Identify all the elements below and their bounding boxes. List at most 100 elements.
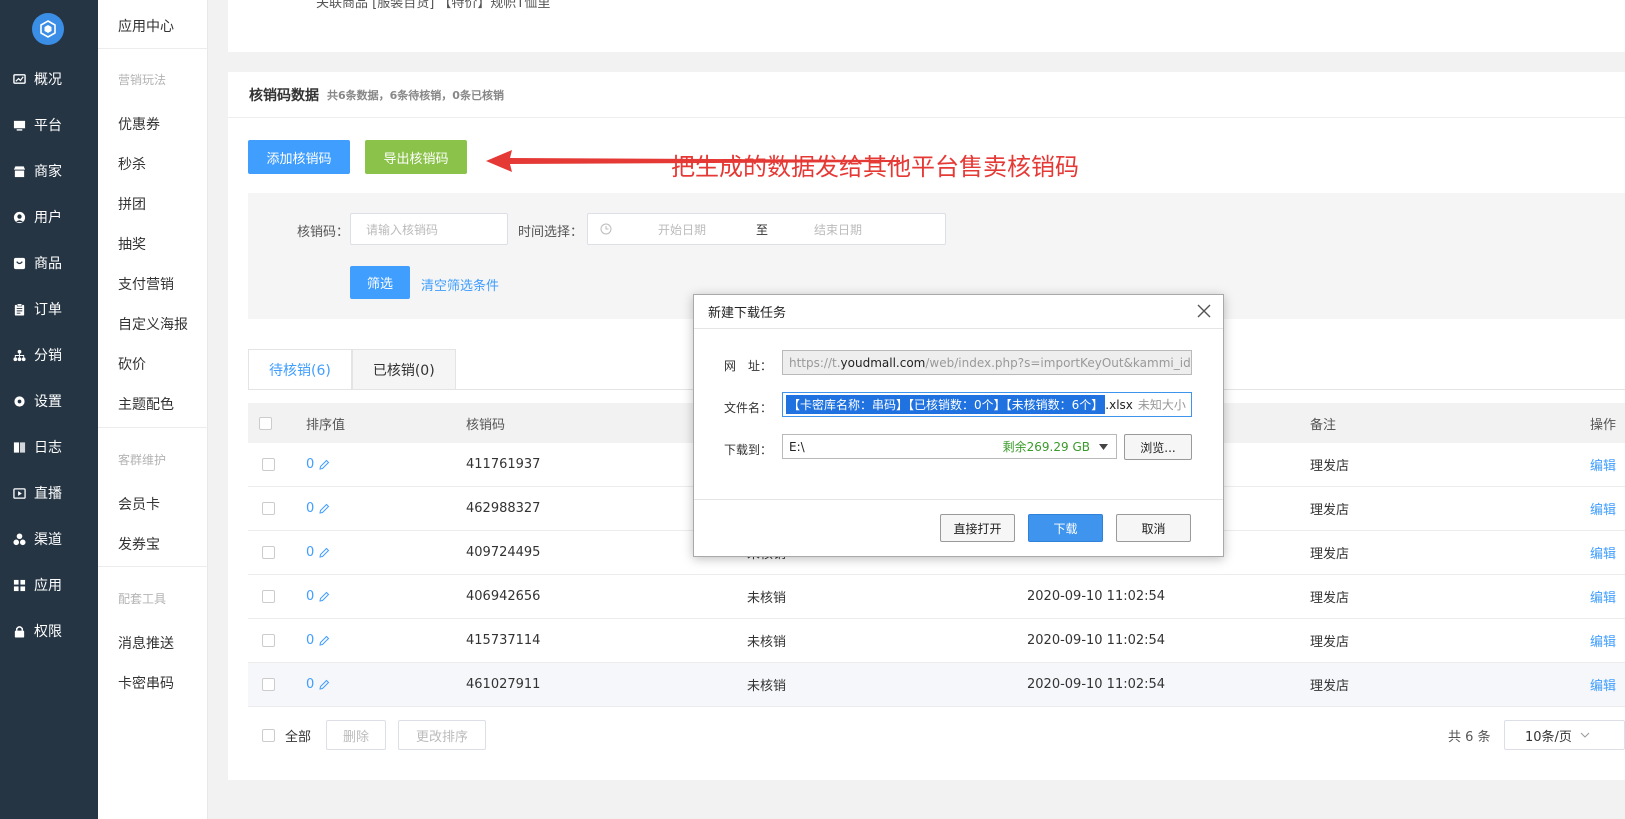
range-separator: 至	[756, 222, 769, 237]
edit-pencil-icon[interactable]	[318, 591, 330, 603]
footer-select-all-checkbox[interactable]	[262, 728, 275, 742]
nav-item-6[interactable]: 分销	[0, 332, 98, 378]
cancel-button[interactable]: 取消	[1116, 514, 1191, 542]
submenu-item-marketing-3[interactable]: 抽奖	[118, 234, 146, 254]
edit-link[interactable]: 编辑	[1590, 619, 1616, 662]
nav-item-8[interactable]: 日志	[0, 424, 98, 470]
end-date[interactable]: 结束日期	[814, 221, 862, 238]
row-checkbox[interactable]	[262, 678, 275, 691]
divider	[98, 566, 208, 567]
filename-label: 文件名：	[724, 401, 773, 415]
sort-value[interactable]: 0	[306, 619, 330, 662]
nav-item-label: 直播	[34, 486, 62, 502]
sort-value[interactable]: 0	[306, 663, 330, 706]
status-value: 未核销	[747, 635, 787, 650]
filename-ext: .xlsx	[1105, 397, 1133, 412]
header-remark: 备注	[1310, 417, 1337, 433]
url-domain: youdmall.com	[840, 355, 926, 370]
change-sort-button[interactable]: 更改排序	[398, 720, 486, 750]
nav-item-12[interactable]: 权限	[0, 608, 98, 654]
date-range-picker[interactable]: 开始日期 至 结束日期	[587, 213, 946, 245]
sort-value[interactable]: 0	[306, 443, 330, 486]
select-all-checkbox[interactable]	[259, 416, 272, 430]
tab-pending[interactable]: 待核销(6)	[248, 349, 352, 389]
dropdown-icon	[1099, 443, 1108, 450]
clear-filter-link[interactable]: 清空筛选条件	[421, 275, 499, 294]
edit-link[interactable]: 编辑	[1590, 443, 1616, 486]
download-button[interactable]: 下载	[1028, 514, 1103, 542]
edit-link[interactable]: 编辑	[1590, 575, 1616, 618]
delete-button[interactable]: 删除	[326, 720, 386, 750]
submenu-item-customer-1[interactable]: 发券宝	[118, 534, 160, 554]
code-input[interactable]: 请输入核销码	[350, 213, 508, 245]
row-checkbox[interactable]	[262, 590, 275, 603]
nav-item-0[interactable]: 概况	[0, 56, 98, 102]
submenu-item-marketing-1[interactable]: 秒杀	[118, 154, 146, 174]
edit-pencil-icon[interactable]	[318, 547, 330, 559]
nav-item-9[interactable]: 直播	[0, 470, 98, 516]
row-checkbox[interactable]	[262, 458, 275, 471]
filter-button[interactable]: 筛选	[350, 266, 410, 299]
edit-link[interactable]: 编辑	[1590, 531, 1616, 574]
submenu-item-marketing-5[interactable]: 自定义海报	[118, 314, 188, 334]
logo-icon[interactable]	[32, 13, 64, 45]
row-checkbox[interactable]	[262, 546, 275, 559]
clipboard-icon	[12, 302, 26, 316]
sort-value[interactable]: 0	[306, 575, 330, 618]
submenu-item-marketing-0[interactable]: 优惠券	[118, 114, 160, 134]
edit-link[interactable]: 编辑	[1590, 663, 1616, 706]
clock-icon	[600, 223, 612, 235]
sort-value-text: 0	[306, 545, 315, 560]
url-field[interactable]: https://t. youdmall.com/web/index.php?s=i…	[782, 350, 1192, 375]
edit-pencil-icon[interactable]	[318, 679, 330, 691]
card-title: 核销码数据	[249, 87, 319, 104]
row-checkbox[interactable]	[262, 502, 275, 515]
code-value: 462988327	[466, 501, 541, 516]
submenu-item-tools-1[interactable]: 卡密串码	[118, 673, 174, 693]
nav-item-3[interactable]: 用户	[0, 194, 98, 240]
submenu-item-tools-0[interactable]: 消息推送	[118, 633, 174, 653]
remark-value: 理发店	[1310, 591, 1350, 606]
close-icon[interactable]	[1197, 304, 1211, 318]
nav-item-2[interactable]: 商家	[0, 148, 98, 194]
nav-item-5[interactable]: 订单	[0, 286, 98, 332]
page-size-select[interactable]: 10条/页	[1504, 720, 1625, 750]
submenu-item-marketing-7[interactable]: 主题配色	[118, 394, 174, 414]
filename-field[interactable]: 【卡密库名称：串码】【已核销数：0个】【未核销数：6个】 .xlsx 未知大小	[782, 392, 1192, 417]
saveto-select[interactable]: E:\ 剩余269.29 GB	[782, 434, 1117, 459]
submenu-group-tools: 配套工具	[118, 592, 167, 606]
browse-button[interactable]: 浏览...	[1124, 434, 1192, 460]
submenu-item-marketing-6[interactable]: 砍价	[118, 354, 146, 374]
edit-pencil-icon[interactable]	[318, 459, 330, 471]
submenu-app-center[interactable]: 应用中心	[118, 16, 174, 36]
sort-value[interactable]: 0	[306, 531, 330, 574]
nav-item-label: 设置	[34, 394, 62, 410]
time-label: 时间选择：	[518, 225, 584, 240]
start-date[interactable]: 开始日期	[658, 221, 706, 238]
sort-value-text: 0	[306, 501, 315, 516]
book-icon	[12, 440, 26, 454]
nav-item-11[interactable]: 应用	[0, 562, 98, 608]
submenu-item-marketing-4[interactable]: 支付营销	[118, 274, 174, 294]
code-value: 409724495	[466, 545, 541, 560]
submenu-item-marketing-2[interactable]: 拼团	[118, 194, 146, 214]
nav-item-4[interactable]: 商品	[0, 240, 98, 286]
nav-item-1[interactable]: 平台	[0, 102, 98, 148]
tab-verified[interactable]: 已核销(0)	[351, 349, 456, 389]
main-nav: 概况 平台 商家 用户 商品 订单 分销设置日志直播渠道 应用 权限	[0, 0, 98, 819]
nav-item-10[interactable]: 渠道	[0, 516, 98, 562]
add-code-button[interactable]: 添加核销码	[248, 140, 350, 174]
submenu-item-customer-0[interactable]: 会员卡	[118, 494, 160, 514]
header-action: 操作	[1590, 417, 1617, 433]
nav-item-7[interactable]: 设置	[0, 378, 98, 424]
divider	[98, 427, 208, 428]
gear-icon	[12, 394, 26, 408]
edit-pencil-icon[interactable]	[318, 503, 330, 515]
edit-link[interactable]: 编辑	[1590, 487, 1616, 530]
edit-pencil-icon[interactable]	[318, 635, 330, 647]
sort-value[interactable]: 0	[306, 487, 330, 530]
export-code-button[interactable]: 导出核销码	[365, 140, 467, 174]
open-directly-button[interactable]: 直接打开	[940, 514, 1015, 542]
row-checkbox[interactable]	[262, 634, 275, 647]
time-value: 2020-09-10 11:02:54	[1027, 633, 1166, 648]
